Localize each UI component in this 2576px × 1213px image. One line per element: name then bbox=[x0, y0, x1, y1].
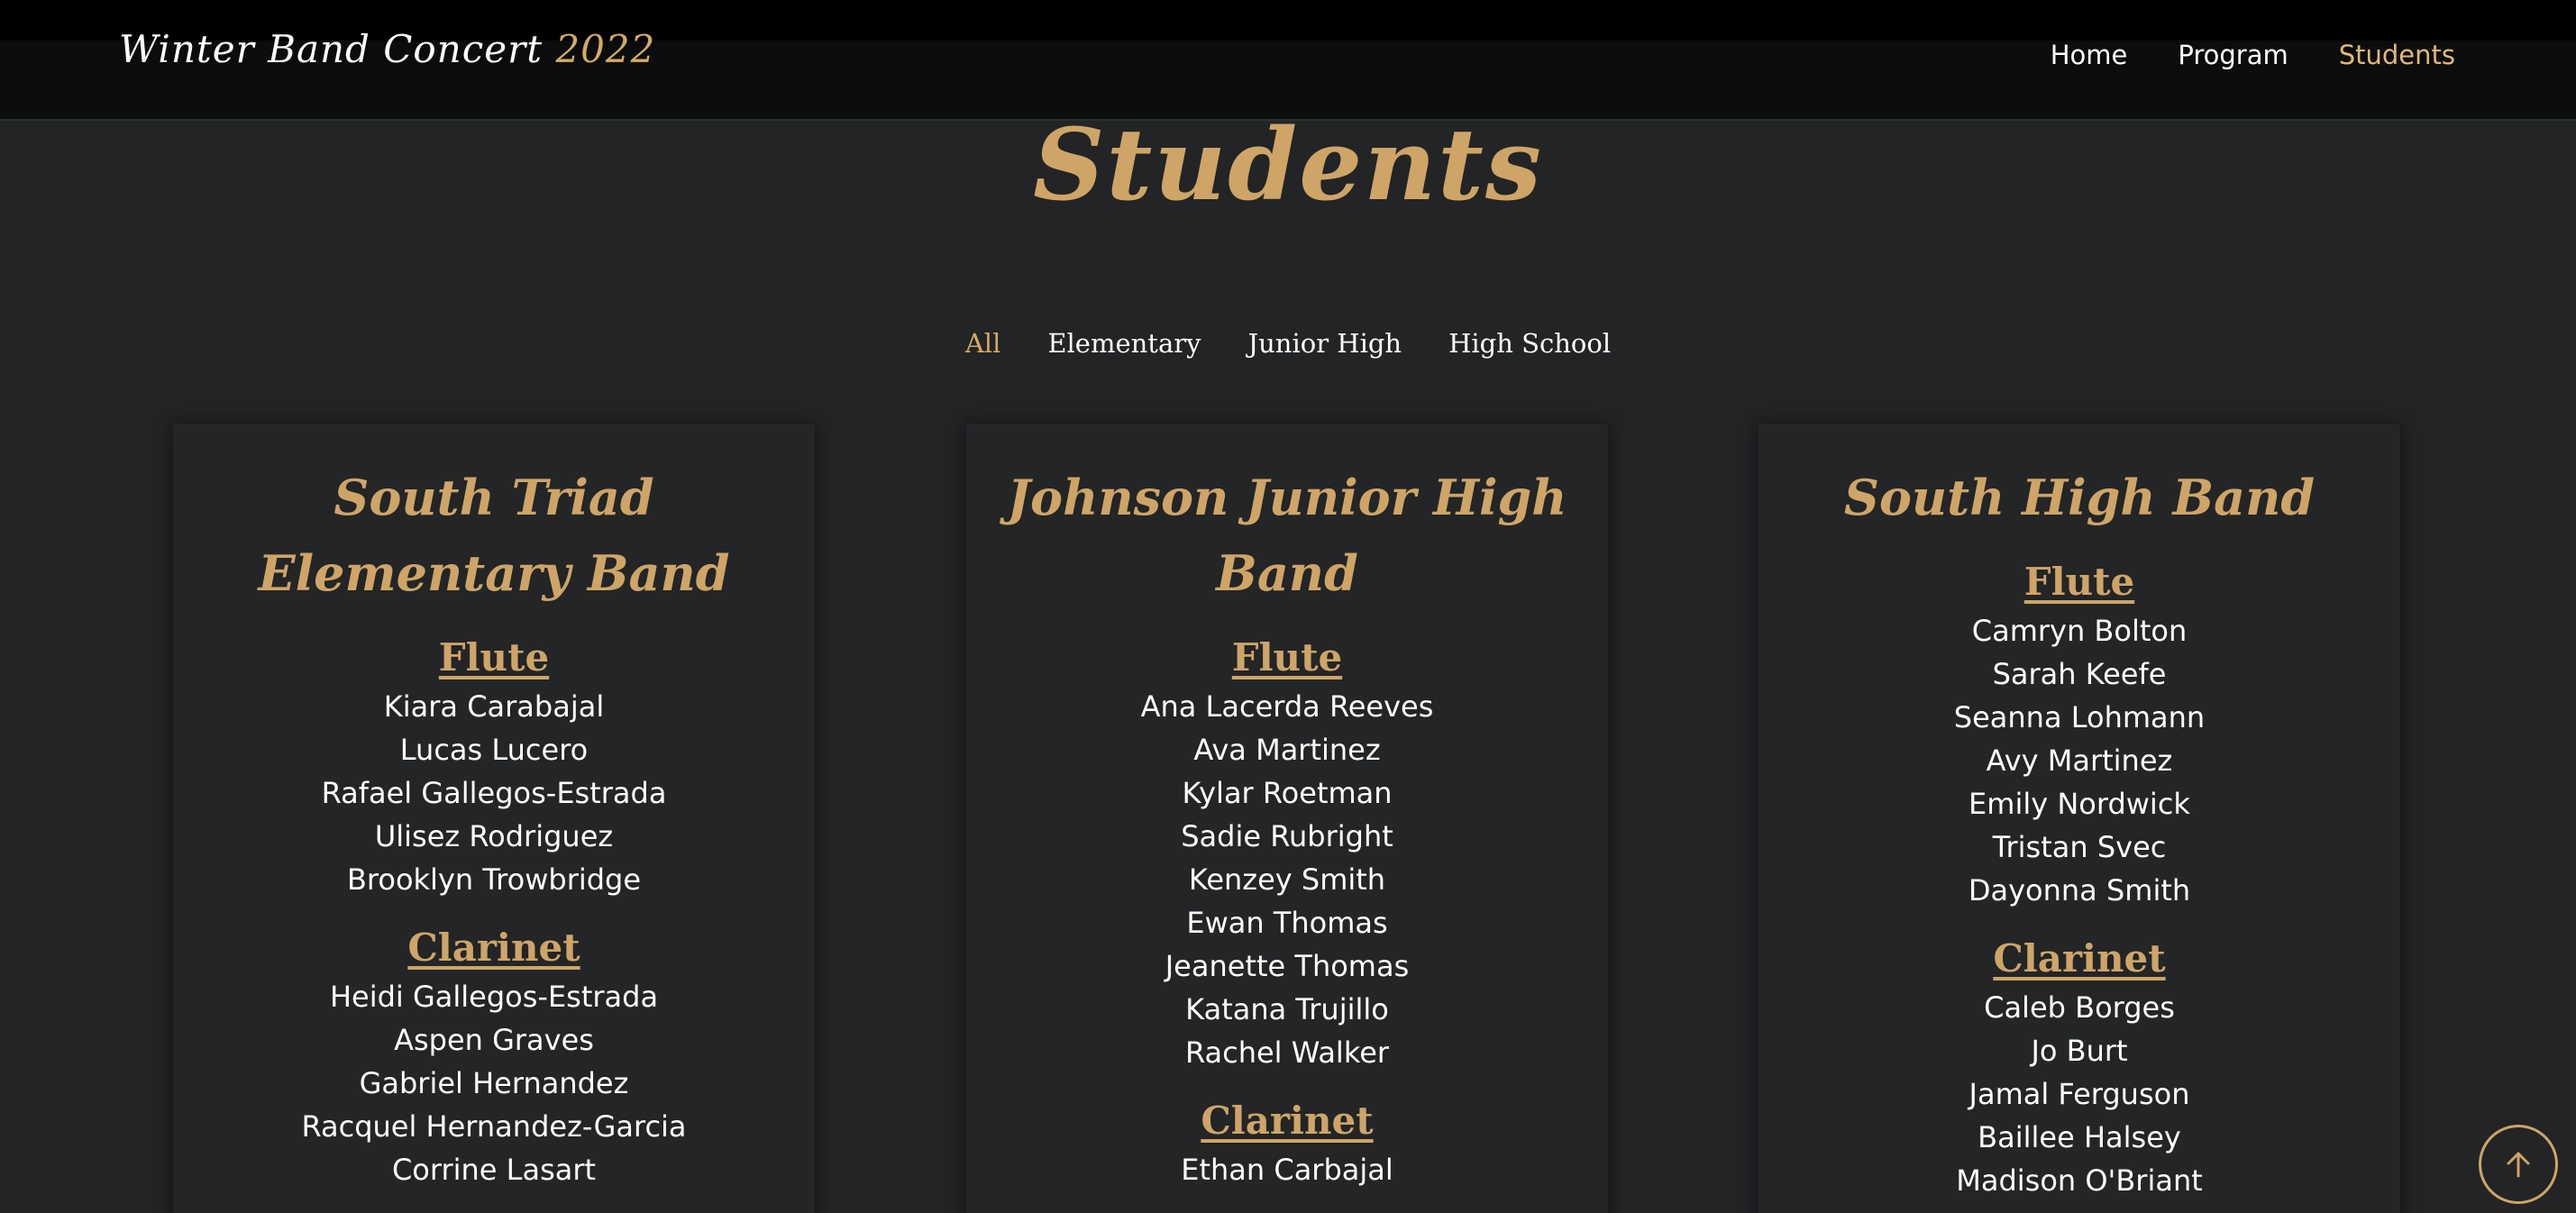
student-name: Aspen Graves bbox=[394, 1023, 594, 1057]
student-name: Madison O'Briant bbox=[1956, 1163, 2203, 1198]
brand-title: Winter Band Concert bbox=[119, 27, 544, 71]
filter-elementary[interactable]: Elementary bbox=[1047, 328, 1201, 359]
band-card-high-school: South High Band Flute Camryn Bolton Sarah K… bbox=[1758, 424, 2400, 1213]
arrow-up-icon bbox=[2507, 1152, 2530, 1178]
band-card-elementary: South Triad Elementary Band Flute Kiara Ca… bbox=[173, 424, 815, 1213]
page-title: Students bbox=[1033, 106, 1543, 223]
instrument-section-title: Clarinet bbox=[407, 926, 580, 970]
instrument-section-title: Clarinet bbox=[1201, 1099, 1374, 1143]
band-title: South Triad Elementary Band bbox=[258, 469, 730, 602]
filter-junior-high[interactable]: Junior High bbox=[1248, 328, 1402, 359]
student-name: Corrine Lasart bbox=[391, 1153, 597, 1187]
main-nav: Home Program Students bbox=[2000, 40, 2455, 70]
student-name: Camryn Bolton bbox=[1971, 614, 2188, 648]
student-name: Baillee Halsey bbox=[1978, 1120, 2181, 1154]
student-name: Lucas Lucero bbox=[399, 733, 589, 767]
student-name: Ulisez Rodriguez bbox=[374, 819, 614, 853]
student-name: Emily Nordwick bbox=[1969, 787, 2190, 821]
student-name: Sadie Rubright bbox=[1181, 819, 1393, 853]
instrument-section-title: Flute bbox=[2023, 560, 2135, 604]
student-name: Brooklyn Trowbridge bbox=[346, 862, 642, 897]
filter-all[interactable]: All bbox=[965, 328, 1001, 359]
band-card-junior-high: Johnson Junior High Band Flute Ana Lacerda… bbox=[966, 424, 1608, 1213]
student-name: Kylar Roetman bbox=[1182, 776, 1393, 810]
student-name: Seanna Lohmann bbox=[1953, 700, 2206, 734]
instrument-section-title: Flute bbox=[438, 635, 550, 679]
student-name: Caleb Borges bbox=[1984, 990, 2175, 1025]
nav-program[interactable]: Program bbox=[2178, 40, 2288, 70]
instrument-section-title: Flute bbox=[1231, 635, 1343, 679]
student-name: Heidi Gallegos-Estrada bbox=[329, 980, 659, 1014]
nav-students[interactable]: Students bbox=[2339, 40, 2455, 70]
band-title: South High Band bbox=[1843, 469, 2316, 526]
student-name: Kiara Carabajal bbox=[383, 689, 605, 724]
student-name: Jamal Ferguson bbox=[1969, 1077, 2190, 1111]
student-name: Kenzey Smith bbox=[1188, 862, 1386, 897]
student-name: Tristan Svec bbox=[1992, 830, 2167, 864]
student-name: Ewan Thomas bbox=[1186, 906, 1388, 940]
student-name: Ana Lacerda Reeves bbox=[1140, 689, 1434, 724]
top-navbar: Winter Band Concert 2022 Home Program St… bbox=[0, 0, 2576, 121]
student-name: Jeanette Thomas bbox=[1165, 949, 1410, 983]
student-name: Racquel Hernandez-Garcia bbox=[301, 1109, 687, 1144]
student-name: Avy Martinez bbox=[1986, 743, 2173, 778]
student-name: Sarah Keefe bbox=[1992, 657, 2167, 691]
student-name: Rafael Gallegos-Estrada bbox=[321, 776, 667, 810]
student-name: Ethan Carbajal bbox=[1181, 1153, 1393, 1187]
student-name: Katana Trujillo bbox=[1185, 992, 1389, 1026]
back-to-top-button[interactable] bbox=[2479, 1125, 2558, 1204]
brand-logo[interactable]: Winter Band Concert 2022 bbox=[119, 27, 655, 71]
student-name: Rachel Walker bbox=[1184, 1035, 1390, 1070]
instrument-section-title: Clarinet bbox=[1993, 936, 2166, 980]
student-name: Ava Martinez bbox=[1193, 733, 1381, 767]
student-name: Gabriel Hernandez bbox=[359, 1066, 629, 1100]
band-title: Johnson Junior High Band bbox=[1007, 469, 1567, 602]
student-name: Dayonna Smith bbox=[1968, 873, 2191, 907]
brand-year: 2022 bbox=[555, 27, 656, 71]
filter-bar: All Elementary Junior High High School bbox=[0, 328, 2576, 359]
nav-home[interactable]: Home bbox=[2051, 40, 2128, 70]
filter-high-school[interactable]: High School bbox=[1448, 328, 1611, 359]
student-name: Jo Burt bbox=[2031, 1034, 2128, 1068]
